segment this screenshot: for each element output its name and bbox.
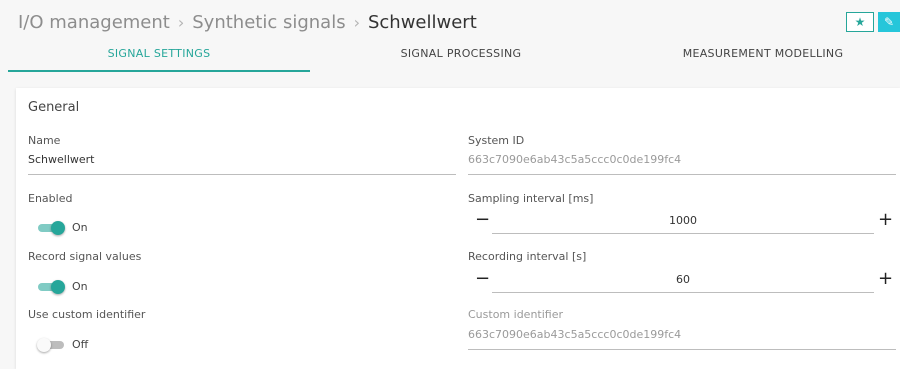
- enabled-toggle[interactable]: On: [38, 220, 88, 235]
- sampling-interval-input[interactable]: 1000: [492, 214, 874, 227]
- recording-interval-underline: [492, 292, 874, 293]
- star-icon: ★: [854, 15, 866, 29]
- use-custom-identifier-label: Use custom identifier: [28, 308, 146, 321]
- section-title: General: [28, 100, 80, 115]
- breadcrumb-separator: ›: [177, 13, 185, 32]
- record-signal-values-state: On: [72, 280, 88, 293]
- name-underline: [28, 174, 456, 175]
- enabled-state: On: [72, 221, 88, 234]
- pencil-icon: ✎: [883, 15, 895, 29]
- recording-interval-label: Recording interval [s]: [468, 250, 587, 263]
- name-label: Name: [28, 134, 61, 147]
- sampling-interval-decrement-button[interactable]: −: [475, 211, 490, 229]
- toggle-track: [38, 220, 65, 235]
- sampling-interval-underline: [492, 233, 874, 234]
- recording-interval-decrement-button[interactable]: −: [475, 270, 490, 288]
- custom-identifier-input[interactable]: 663c7090e6ab43c5a5ccc0c0de199fc4: [468, 328, 681, 341]
- use-custom-identifier-state: Off: [72, 338, 89, 351]
- recording-interval-input[interactable]: 60: [492, 273, 874, 286]
- breadcrumb-synthetic-signals[interactable]: Synthetic signals: [192, 12, 345, 33]
- edit-button[interactable]: ✎: [878, 12, 900, 32]
- toggle-track: [38, 279, 65, 294]
- record-signal-values-toggle[interactable]: On: [38, 279, 88, 294]
- breadcrumb-io-management[interactable]: I/O management: [18, 12, 170, 33]
- tab-signal-processing[interactable]: SIGNAL PROCESSING: [310, 42, 612, 70]
- system-id-underline: [468, 174, 896, 175]
- sampling-interval-label: Sampling interval [ms]: [468, 192, 594, 205]
- toggle-knob: [51, 220, 65, 235]
- system-id-value: 663c7090e6ab43c5a5ccc0c0de199fc4: [468, 153, 682, 166]
- use-custom-identifier-toggle[interactable]: Off: [37, 337, 89, 352]
- tab-measurement-modelling[interactable]: MEASUREMENT MODELLING: [612, 42, 900, 70]
- recording-interval-increment-button[interactable]: +: [878, 270, 893, 288]
- enabled-label: Enabled: [28, 192, 73, 205]
- breadcrumb-separator: ›: [353, 13, 360, 32]
- page-title: Schwellwert: [367, 12, 477, 33]
- header-actions: ★ ✎: [846, 12, 900, 32]
- general-card: General Name Schwellwert Enabled On Reco…: [16, 88, 900, 369]
- breadcrumb: I/O management › Synthetic signals › Schwell…: [18, 12, 477, 33]
- favorite-button[interactable]: ★: [846, 12, 874, 32]
- sampling-interval-increment-button[interactable]: +: [878, 211, 893, 229]
- name-input[interactable]: Schwellwert: [28, 153, 94, 166]
- system-id-label: System ID: [468, 134, 525, 147]
- toggle-track: [37, 337, 64, 352]
- tab-bar: SIGNAL SETTINGS SIGNAL PROCESSING MEASUR…: [0, 42, 900, 72]
- toggle-knob: [51, 279, 65, 294]
- custom-identifier-label: Custom identifier: [468, 308, 564, 321]
- record-signal-values-label: Record signal values: [28, 250, 142, 263]
- custom-identifier-underline: [468, 349, 896, 350]
- toggle-knob: [37, 337, 51, 352]
- tab-signal-settings[interactable]: SIGNAL SETTINGS: [8, 42, 310, 72]
